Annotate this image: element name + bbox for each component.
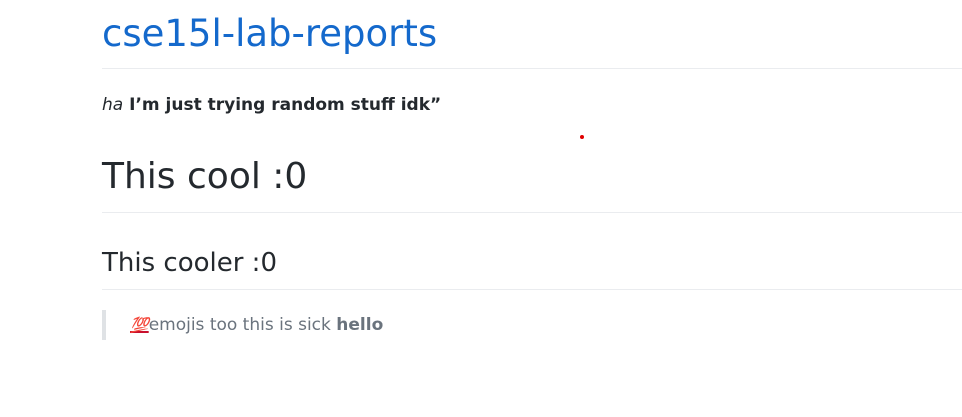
paragraph-italic-text: ha <box>102 95 124 115</box>
heading1-divider <box>102 212 962 213</box>
cursor-dot <box>580 135 584 139</box>
blockquote: 💯emojis too this is sick hello <box>102 310 383 340</box>
heading2-divider <box>102 289 962 290</box>
title-divider <box>102 68 962 69</box>
site-title-link[interactable]: cse15l-lab-reports <box>102 10 437 58</box>
heading-this-cool: This cool :0 <box>102 156 308 197</box>
hundred-points-icon: 💯 <box>130 316 149 334</box>
blockquote-text: emojis too this is sick <box>148 315 331 335</box>
intro-paragraph: ha I’m just trying random stuff idk” <box>102 93 441 117</box>
page: cse15l-lab-reports ha I’m just trying ra… <box>0 0 962 417</box>
heading-this-cooler: This cooler :0 <box>102 248 277 278</box>
blockquote-bold-text: hello <box>336 315 384 335</box>
paragraph-bold-text: I’m just trying random stuff idk” <box>129 95 442 115</box>
